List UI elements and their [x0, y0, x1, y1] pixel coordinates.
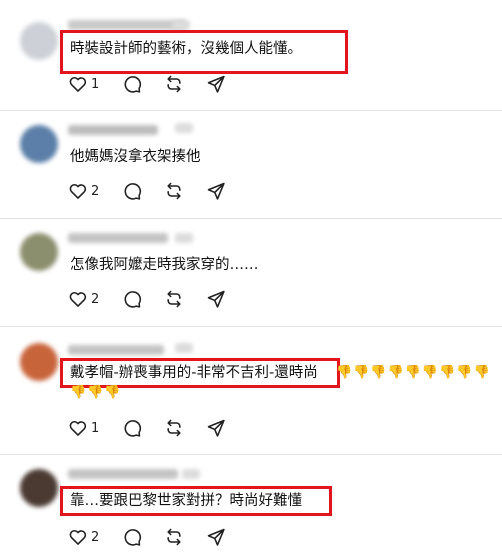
- comment-text: 時裝設計師的藝術，沒幾個人能懂。: [70, 41, 302, 57]
- timestamp-blurred: [172, 20, 190, 30]
- like-button[interactable]: 2: [68, 179, 99, 203]
- comment-text: 戴孝帽-辦喪事用的-非常不吉利-還時尚: [70, 365, 318, 381]
- share-button[interactable]: [206, 287, 226, 311]
- avatar[interactable]: [20, 233, 58, 271]
- repost-button[interactable]: [164, 287, 184, 311]
- share-button[interactable]: [206, 72, 226, 96]
- share-icon: [207, 528, 225, 546]
- comment-card-4: 戴孝帽-辦喪事用的-非常不吉利-還時尚 👎👎👎👎👎👎👎👎👎 👎👎👎 1: [0, 327, 502, 453]
- avatar[interactable]: [20, 125, 58, 163]
- like-count: 2: [91, 183, 100, 199]
- thumbs-down-emoji-row: 👎👎👎: [70, 385, 122, 400]
- username-blurred[interactable]: [68, 233, 168, 243]
- thumbs-down-emoji-row: 👎👎👎👎👎👎👎👎👎: [336, 365, 491, 380]
- comment-icon: [124, 420, 142, 437]
- comment-card-1: 時裝設計師的藝術，沒幾個人能懂。 1: [0, 0, 502, 110]
- repost-icon: [167, 528, 181, 546]
- reply-button[interactable]: [122, 525, 142, 549]
- heart-icon: [69, 529, 87, 545]
- timestamp-blurred: [182, 469, 200, 479]
- share-icon: [207, 182, 225, 200]
- avatar[interactable]: [20, 343, 58, 381]
- comment-card-2: 他媽媽沒拿衣架揍他 2: [0, 111, 502, 217]
- heart-icon: [69, 183, 87, 199]
- heart-icon: [69, 420, 87, 436]
- heart-icon: [69, 76, 87, 92]
- like-count: 2: [91, 529, 100, 545]
- like-count: 1: [91, 76, 100, 92]
- avatar[interactable]: [20, 469, 58, 507]
- share-button[interactable]: [206, 179, 226, 203]
- reply-button[interactable]: [122, 287, 142, 311]
- username-blurred[interactable]: [68, 469, 178, 479]
- reply-button[interactable]: [122, 179, 142, 203]
- repost-button[interactable]: [164, 525, 184, 549]
- repost-icon: [167, 290, 181, 308]
- repost-button[interactable]: [164, 72, 184, 96]
- comment-icon: [124, 183, 142, 200]
- repost-button[interactable]: [164, 179, 184, 203]
- share-icon: [207, 75, 225, 93]
- repost-icon: [167, 419, 181, 437]
- timestamp-blurred: [175, 343, 193, 353]
- comment-icon: [124, 529, 142, 546]
- like-button[interactable]: 1: [68, 416, 99, 440]
- like-count: 2: [91, 291, 100, 307]
- timestamp-blurred: [175, 123, 193, 133]
- like-button[interactable]: 1: [68, 72, 99, 96]
- comment-text: 他媽媽沒拿衣架揍他: [70, 149, 201, 165]
- share-icon: [207, 419, 225, 437]
- username-blurred[interactable]: [68, 125, 158, 135]
- reply-button[interactable]: [122, 416, 142, 440]
- comment-icon: [124, 76, 142, 93]
- timestamp-blurred: [175, 233, 193, 243]
- comment-card-3: 怎像我阿嬤走時我家穿的…… 2: [0, 219, 502, 325]
- comment-text: 怎像我阿嬤走時我家穿的……: [70, 257, 259, 273]
- share-icon: [207, 290, 225, 308]
- share-button[interactable]: [206, 416, 226, 440]
- comment-icon: [124, 291, 142, 308]
- reply-button[interactable]: [122, 72, 142, 96]
- repost-button[interactable]: [164, 416, 184, 440]
- like-button[interactable]: 2: [68, 525, 99, 549]
- comment-text: 靠…要跟巴黎世家對拼？時尚好難懂: [70, 493, 302, 509]
- like-button[interactable]: 2: [68, 287, 99, 311]
- avatar[interactable]: [20, 22, 58, 60]
- username-blurred[interactable]: [68, 20, 186, 30]
- username-blurred[interactable]: [68, 345, 164, 355]
- share-button[interactable]: [206, 525, 226, 549]
- heart-icon: [69, 291, 87, 307]
- comment-card-5: 靠…要跟巴黎世家對拼？時尚好難懂 2: [0, 455, 502, 556]
- repost-icon: [167, 75, 181, 93]
- repost-icon: [167, 182, 181, 200]
- like-count: 1: [91, 420, 100, 436]
